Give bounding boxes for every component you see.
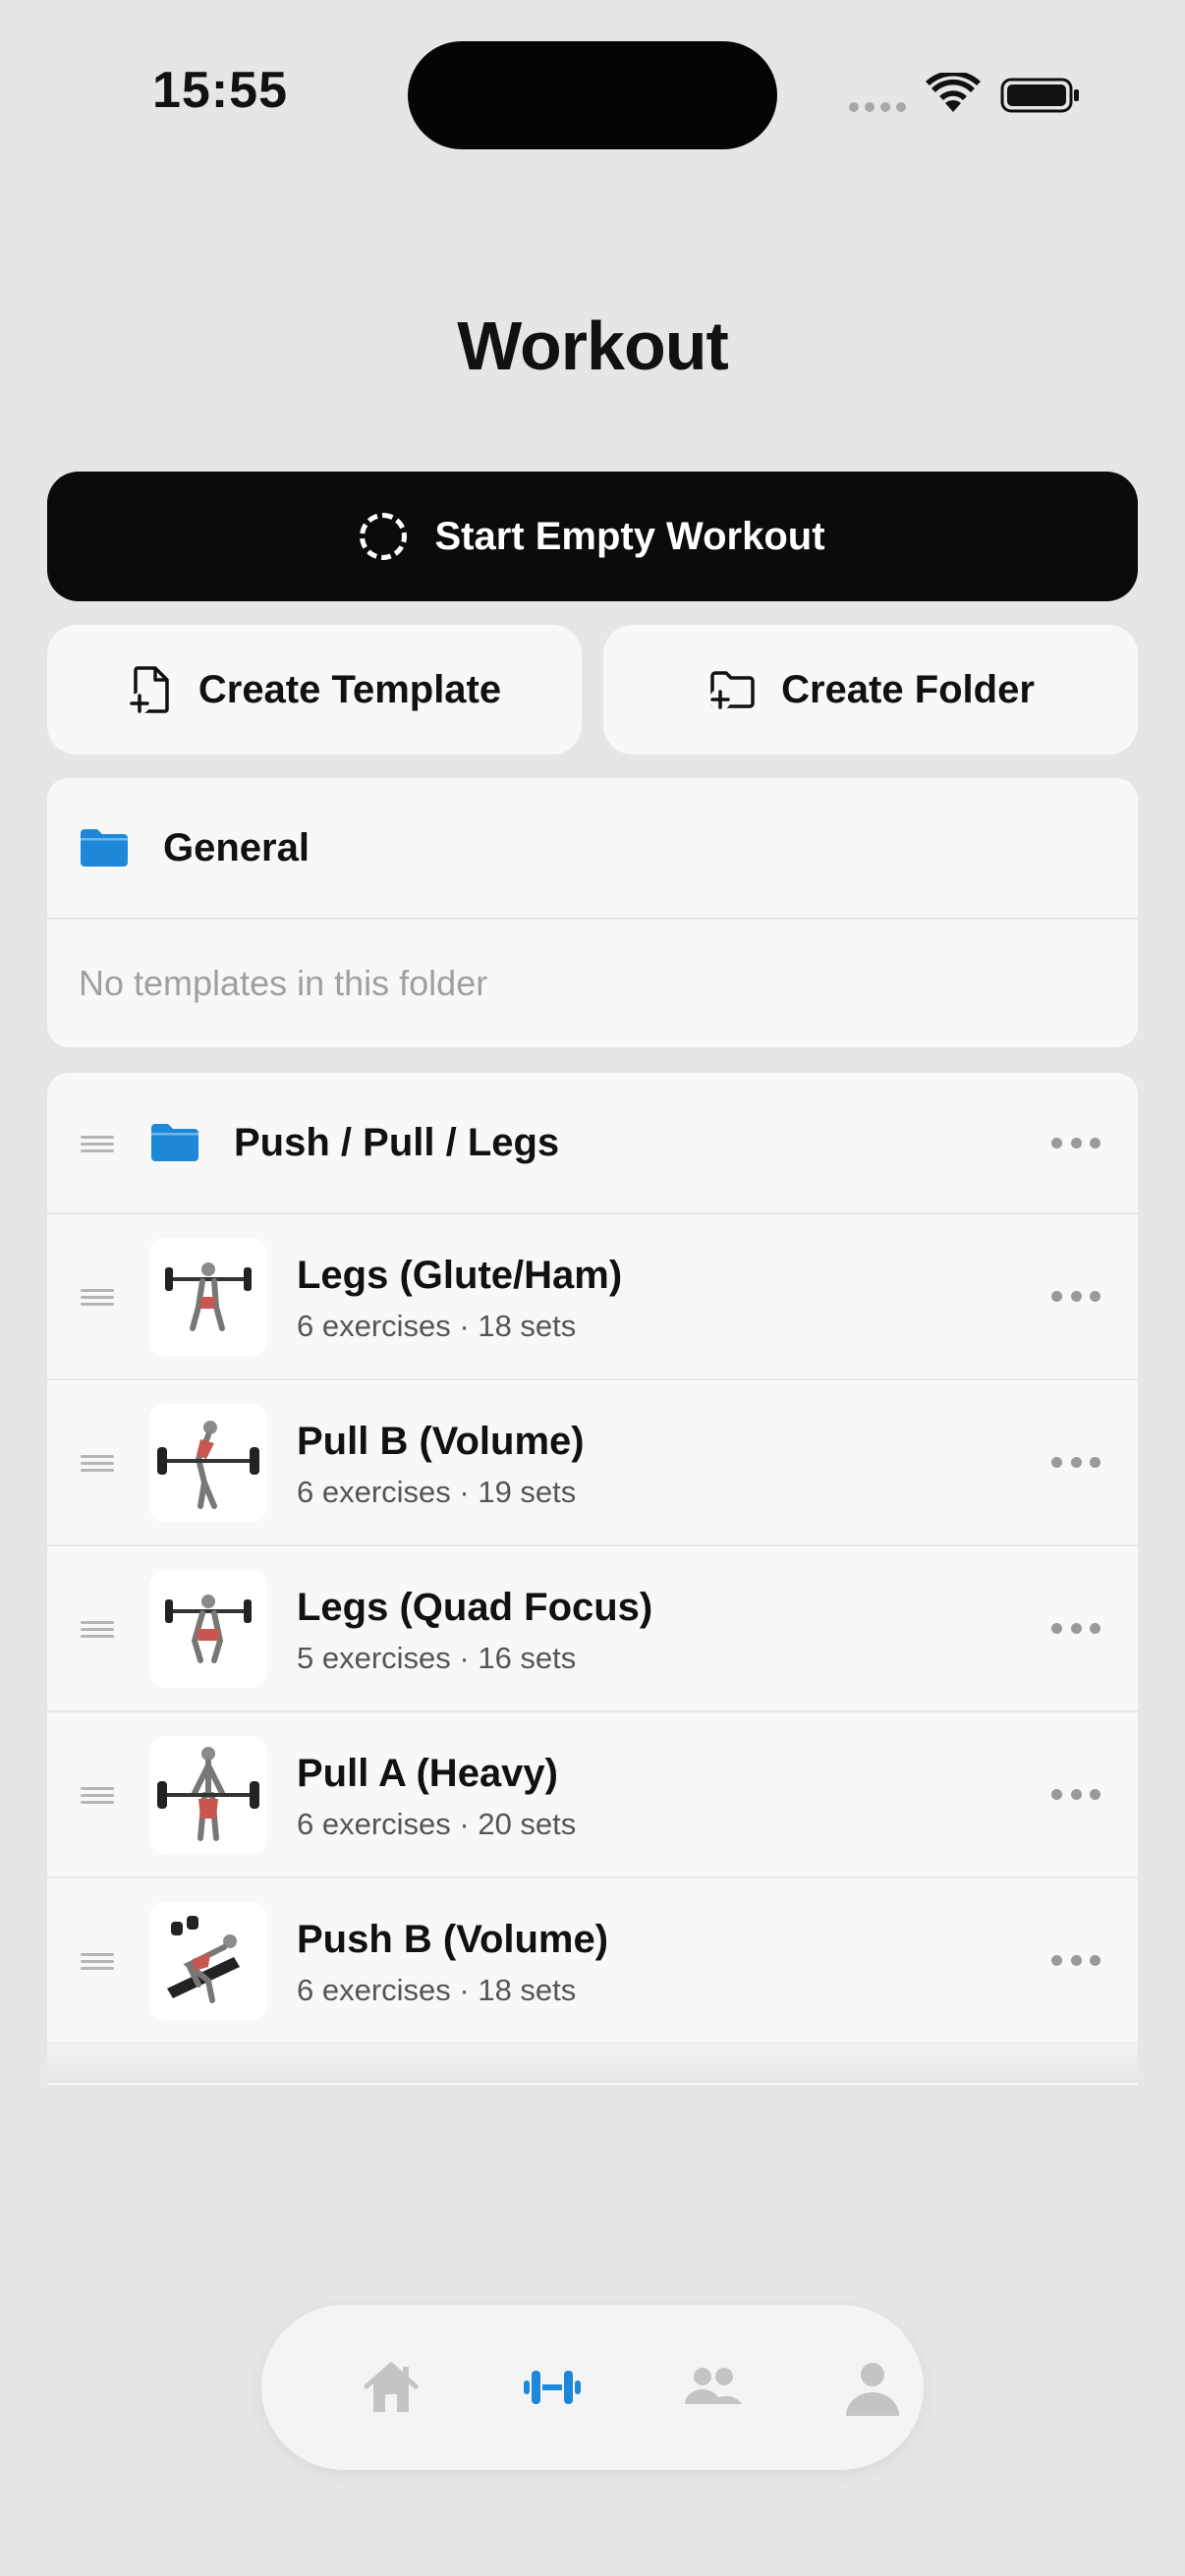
template-name: Legs (Quad Focus) (297, 1586, 653, 1629)
more-options-icon[interactable] (1051, 1457, 1100, 1469)
create-folder-label: Create Folder (781, 667, 1035, 711)
scroll-fade (47, 2044, 1138, 2083)
dashed-circle-icon (360, 513, 408, 560)
template-row[interactable]: Pull B (Volume) 6 exercises · 19 sets (47, 1380, 1138, 1546)
template-meta: 5 exercises · 16 sets (297, 1641, 577, 1675)
home-icon (364, 2362, 419, 2412)
new-folder-icon (709, 671, 755, 710)
profile-icon (846, 2363, 899, 2416)
folder-header[interactable]: General (47, 778, 1138, 920)
tab-community[interactable] (674, 2348, 753, 2427)
workout-screen: 15:55 Workout Start Empty Workout Create… (0, 0, 1185, 2576)
template-meta: 6 exercises · 18 sets (297, 1973, 577, 2007)
wifi-icon (926, 73, 981, 112)
tab-profile[interactable] (833, 2348, 912, 2427)
folder-card-general: General No templates in this folder (47, 778, 1138, 1047)
tab-home[interactable] (352, 2348, 430, 2427)
template-name: Push B (Volume) (297, 1918, 609, 1961)
status-time: 15:55 (152, 62, 288, 119)
exercise-thumbnail (149, 1404, 267, 1522)
new-document-icon (128, 666, 169, 714)
tab-workout[interactable] (513, 2348, 592, 2427)
template-row[interactable]: Legs (Glute/Ham) 6 exercises · 18 sets (47, 1214, 1138, 1380)
start-empty-workout-label: Start Empty Workout (434, 514, 825, 558)
exercise-thumbnail (149, 1238, 267, 1356)
template-meta: 6 exercises · 20 sets (297, 1807, 577, 1841)
drag-handle-icon[interactable] (81, 1953, 114, 1971)
template-name: Legs (Glute/Ham) (297, 1254, 623, 1297)
template-name: Pull A (Heavy) (297, 1752, 558, 1795)
template-row[interactable]: Pull A (Heavy) 6 exercises · 20 sets (47, 1712, 1138, 1878)
folder-card-ppl: Push / Pull / Legs Legs (Glute/Ham) 6 ex… (47, 1073, 1138, 2085)
community-icon (685, 2368, 742, 2404)
cellular-signal-icon (849, 102, 906, 112)
more-options-icon[interactable] (1051, 1291, 1100, 1303)
empty-folder-message: No templates in this folder (79, 963, 488, 1003)
start-empty-workout-button[interactable]: Start Empty Workout (47, 472, 1138, 601)
drag-handle-icon[interactable] (81, 1787, 114, 1805)
drag-handle-icon[interactable] (81, 1136, 114, 1153)
drag-handle-icon[interactable] (81, 1621, 114, 1639)
exercise-thumbnail (149, 1570, 267, 1688)
folder-icon (81, 829, 128, 867)
dynamic-island (408, 41, 777, 149)
more-options-icon[interactable] (1051, 1789, 1100, 1801)
create-template-label: Create Template (198, 667, 502, 711)
folder-header[interactable]: Push / Pull / Legs (47, 1073, 1138, 1214)
exercise-thumbnail (149, 1736, 267, 1854)
template-name: Pull B (Volume) (297, 1420, 585, 1463)
exercise-thumbnail (149, 1902, 267, 2020)
drag-handle-icon[interactable] (81, 1455, 114, 1473)
template-meta: 6 exercises · 19 sets (297, 1475, 577, 1509)
tab-bar (261, 2305, 924, 2470)
folder-name: Push / Pull / Legs (234, 1120, 560, 1164)
folder-icon (151, 1124, 198, 1161)
page-title: Workout (457, 308, 729, 384)
more-options-icon[interactable] (1051, 1138, 1100, 1149)
drag-handle-icon[interactable] (81, 1289, 114, 1307)
battery-icon (1000, 78, 1079, 113)
dumbbell-icon (524, 2371, 581, 2404)
folder-name: General (163, 825, 310, 869)
create-template-button[interactable]: Create Template (47, 625, 582, 755)
more-options-icon[interactable] (1051, 1623, 1100, 1635)
template-row[interactable]: Legs (Quad Focus) 5 exercises · 16 sets (47, 1546, 1138, 1712)
template-row[interactable]: Push B (Volume) 6 exercises · 18 sets (47, 1878, 1138, 2044)
more-options-icon[interactable] (1051, 1955, 1100, 1967)
create-folder-button[interactable]: Create Folder (603, 625, 1138, 755)
template-meta: 6 exercises · 18 sets (297, 1309, 577, 1343)
